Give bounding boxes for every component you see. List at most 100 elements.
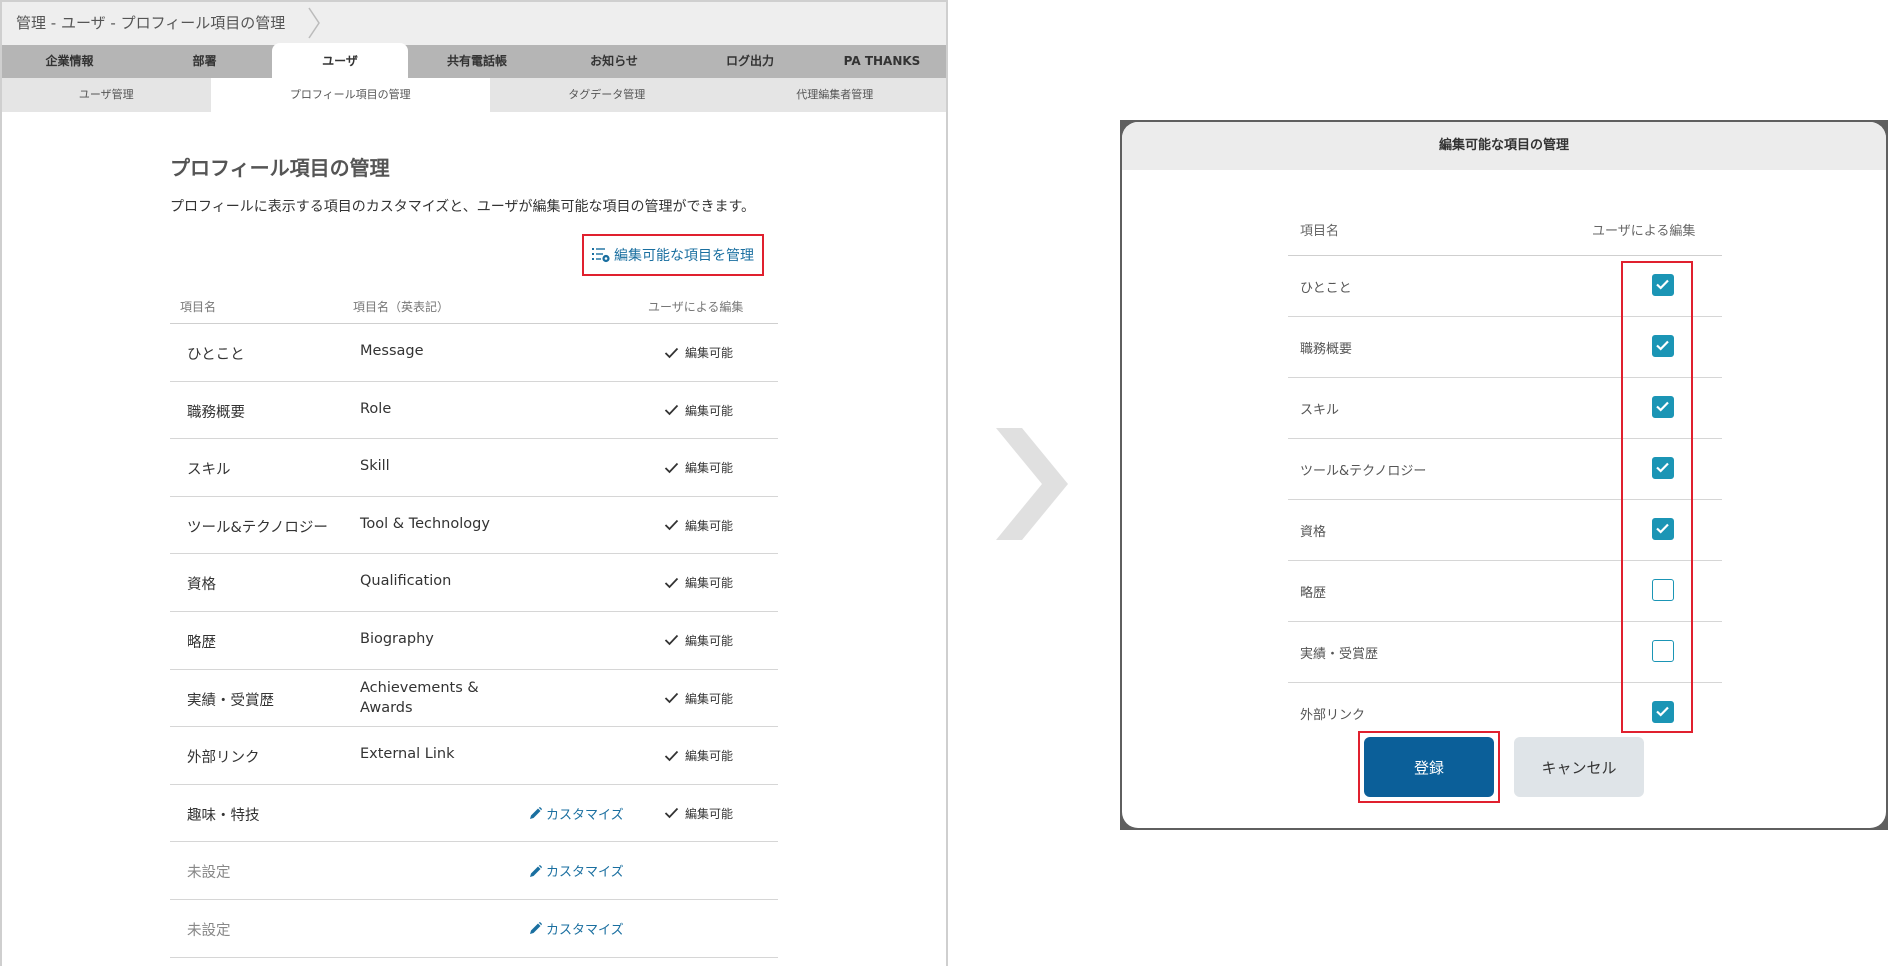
breadcrumb-chevron-icon [308, 7, 320, 39]
table-row: 外部リンク External Link 編集可能 [170, 727, 778, 785]
profile-items-table: 項目名 項目名（英表記） ユーザによる編集 ひとこと Message 編集可能 職務… [170, 284, 778, 958]
tab-shared-phonebook[interactable]: 共有電話帳 [408, 45, 546, 78]
editable-status: 編集可能 [664, 402, 733, 419]
sub-tabs: ユーザ管理 プロフィール項目の管理 タグデータ管理 代理編集者管理 [2, 78, 946, 112]
subtab-tag-data[interactable]: タグデータ管理 [490, 78, 724, 112]
customize-link[interactable]: カスタマイズ [530, 919, 624, 938]
modal-item-name: 外部リンク [1300, 708, 1366, 723]
checkmark-icon [664, 750, 679, 761]
table-row: 実績・受賞歴 Achievements & Awards 編集可能 [170, 670, 778, 728]
item-name-en: Biography [360, 630, 434, 647]
modal-header-user-edit: ユーザによる編集 [1592, 224, 1696, 239]
editable-label: 編集可能 [685, 346, 734, 360]
list-settings-icon [592, 248, 610, 263]
item-name: 実績・受賞歴 [187, 692, 274, 709]
register-button[interactable]: 登録 [1364, 737, 1494, 797]
checkmark-icon [664, 577, 679, 589]
editable-label: 編集可能 [685, 461, 734, 476]
checkmark-icon [664, 404, 679, 416]
editable-status: 編集可能 [664, 459, 733, 476]
item-name-en: Achievements & Awards [360, 679, 479, 716]
pencil-icon [530, 807, 542, 820]
editable-label: 編集可能 [685, 691, 734, 706]
manage-link-label: 編集可能な項目を管理 [614, 248, 754, 264]
table-row: 未設定 カスタマイズ [170, 900, 778, 958]
table-row: 略歴 Biography 編集可能 [170, 612, 778, 670]
editable-status: 編集可能 [664, 574, 733, 591]
pencil-icon [530, 922, 542, 935]
chevron-right-icon [996, 428, 1068, 540]
table-row: スキル Skill 編集可能 [170, 439, 778, 497]
main-tabs: 企業情報 部署 ユーザ 共有電話帳 お知らせ ログ出力 PA THANKS [2, 43, 946, 78]
item-name: 資格 [187, 577, 216, 594]
editable-status: 編集可能 [664, 344, 733, 361]
checkmark-icon [664, 808, 679, 819]
checkbox-highlight-box [1621, 261, 1693, 733]
editable-status: 編集可能 [664, 747, 733, 764]
header-user-edit: ユーザによる編集 [648, 300, 744, 314]
modal-table-header: 項目名 ユーザによる編集 [1288, 210, 1722, 256]
item-name: ツール&テクノロジー [187, 519, 328, 536]
item-name-en: Skill [360, 458, 390, 475]
item-name-en: Message [360, 343, 424, 359]
item-name: 趣味・特技 [187, 807, 260, 824]
checkmark-icon [664, 347, 679, 358]
customize-link[interactable]: カスタマイズ [530, 804, 624, 823]
customize-label: カスタマイズ [546, 865, 624, 881]
breadcrumb: 管理 - ユーザ - プロフィール項目の管理 [16, 14, 286, 32]
editable-status: 編集可能 [664, 517, 733, 534]
tab-company-info[interactable]: 企業情報 [2, 45, 137, 78]
checkmark-icon [664, 520, 679, 531]
item-name: 未設定 [187, 865, 231, 882]
table-row: 職務概要 Role 編集可能 [170, 382, 778, 440]
subtab-user-management[interactable]: ユーザ管理 [2, 78, 211, 112]
checkmark-icon [664, 692, 679, 704]
checkmark-icon [664, 462, 679, 473]
tab-users[interactable]: ユーザ [272, 43, 408, 78]
pencil-icon [530, 864, 542, 877]
table-header: 項目名 項目名（英表記） ユーザによる編集 [170, 284, 778, 324]
editable-label: 編集可能 [685, 749, 734, 764]
edit-items-modal: 編集可能な項目の管理 項目名 ユーザによる編集 ひとこと 職務概要 スキル ツー… [1120, 120, 1888, 830]
customize-link[interactable]: カスタマイズ [530, 861, 624, 880]
editable-label: 編集可能 [685, 806, 734, 821]
table-row: 資格 Qualification 編集可能 [170, 554, 778, 612]
editable-status: 編集可能 [664, 690, 733, 707]
item-name: 職務概要 [187, 404, 245, 421]
table-row: 未設定 カスタマイズ [170, 842, 778, 900]
modal-title: 編集可能な項目の管理 [1122, 122, 1886, 170]
page-description: プロフィールに表示する項目のカスタマイズと、ユーザが編集可能な項目の管理ができま… [170, 199, 756, 215]
checkmark-icon [664, 635, 679, 646]
modal-item-name: 実績・受賞歴 [1300, 647, 1379, 662]
modal-item-name: ひとこと [1300, 281, 1352, 296]
header-item-name: 項目名 [180, 300, 217, 314]
modal-item-name: 略歴 [1300, 586, 1327, 601]
customize-label: カスタマイズ [546, 807, 624, 823]
modal-item-name: 職務概要 [1300, 342, 1353, 357]
modal-item-name: 資格 [1300, 525, 1327, 540]
tab-departments[interactable]: 部署 [137, 45, 272, 78]
header-item-name-en: 項目名（英表記） [353, 300, 450, 314]
manage-editable-items-link[interactable]: 編集可能な項目を管理 [582, 234, 764, 276]
subtab-proxy-editors[interactable]: 代理編集者管理 [723, 78, 946, 112]
page-title: プロフィール項目の管理 [170, 156, 390, 180]
editable-status: 編集可能 [664, 805, 733, 822]
tab-pa-thanks[interactable]: PA THANKS [818, 45, 946, 78]
table-body: ひとこと Message 編集可能 職務概要 Role 編集可能 スキル Skill 編集… [170, 324, 778, 958]
modal-header-item-name: 項目名 [1300, 224, 1340, 239]
item-name: スキル [187, 462, 231, 479]
tab-log-export[interactable]: ログ出力 [682, 45, 818, 78]
editable-label: 編集可能 [685, 403, 734, 418]
item-name: 外部リンク [187, 750, 260, 767]
table-row: 趣味・特技 カスタマイズ 編集可能 [170, 785, 778, 843]
item-name-en: Role [360, 400, 392, 417]
breadcrumb-bar: 管理 - ユーザ - プロフィール項目の管理 [2, 2, 946, 45]
modal-dialog: 編集可能な項目の管理 項目名 ユーザによる編集 ひとこと 職務概要 スキル ツー… [1122, 122, 1886, 828]
editable-label: 編集可能 [685, 633, 734, 648]
cancel-button[interactable]: キャンセル [1514, 737, 1644, 797]
editable-label: 編集可能 [685, 518, 734, 533]
tab-notices[interactable]: お知らせ [546, 45, 682, 78]
main-content: プロフィール項目の管理 プロフィールに表示する項目のカスタマイズと、ユーザが編集… [170, 152, 780, 958]
customize-label: カスタマイズ [546, 922, 624, 938]
subtab-profile-items[interactable]: プロフィール項目の管理 [210, 78, 490, 112]
